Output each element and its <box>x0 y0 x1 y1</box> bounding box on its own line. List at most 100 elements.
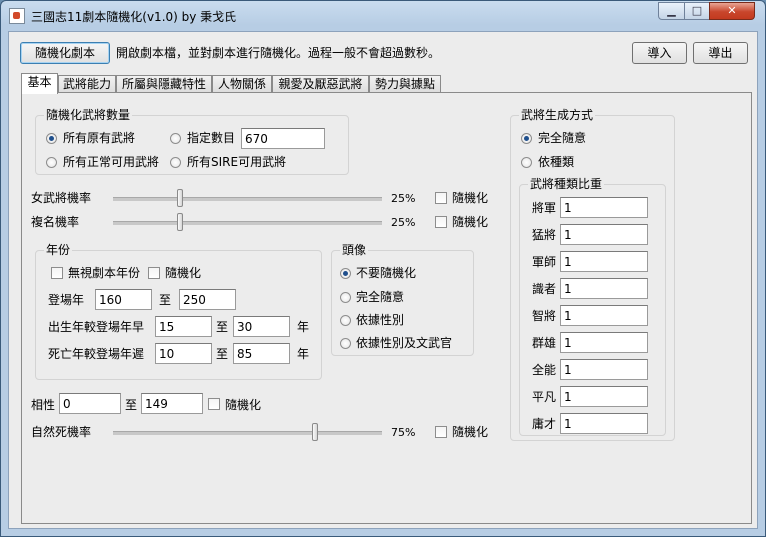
maximize-button[interactable]: □ <box>684 2 710 20</box>
female-rate-slider[interactable] <box>113 197 382 201</box>
tab-basic[interactable]: 基本 <box>21 73 58 94</box>
type-label: 智將 <box>532 309 557 323</box>
dup-name-rate-label: 複名機率 <box>31 215 80 229</box>
portrait-group-title: 頭像 <box>340 243 369 257</box>
year-group-title: 年份 <box>44 243 73 257</box>
client-area: 隨機化劇本 開啟劇本檔，並對劇本進行隨機化。過程一般不會超過數秒。 導入 導出 … <box>8 31 758 529</box>
app-window: 三國志11劇本隨機化(v1.0) by 秉戈氏 ▁ □ ✕ 隨機化劇本 開啟劇本… <box>0 0 766 537</box>
dup-name-rate-value: 25% <box>391 216 416 229</box>
tab-general-ability[interactable]: 武將能力 <box>58 75 116 93</box>
label-specified-count: 指定數目 <box>187 131 236 145</box>
death-year-from-input[interactable] <box>155 343 212 364</box>
tab-affiliation-traits[interactable]: 所屬與隱藏特性 <box>116 75 212 93</box>
type-label: 猛將 <box>532 228 557 242</box>
type-weight-input[interactable] <box>560 359 648 380</box>
affinity-to-input[interactable] <box>141 393 203 414</box>
natural-death-rate-label: 自然死機率 <box>31 425 92 439</box>
toolbar-description: 開啟劇本檔，並對劇本進行隨機化。過程一般不會超過數秒。 <box>116 46 441 60</box>
female-rate-value: 25% <box>391 192 416 205</box>
death-year-label: 死亡年較登場年遲 <box>48 347 145 361</box>
dup-name-rate-slider-thumb[interactable] <box>177 213 184 231</box>
type-label: 平凡 <box>532 390 557 404</box>
radio-portrait-gender-role[interactable] <box>340 338 351 349</box>
death-year-to-label: 至 <box>216 347 229 361</box>
label-portrait-none: 不要隨機化 <box>356 266 417 280</box>
radio-all-original[interactable] <box>46 133 57 144</box>
birth-year-unit: 年 <box>297 320 310 334</box>
radio-all-normal[interactable] <box>46 157 57 168</box>
death-year-to-input[interactable] <box>233 343 290 364</box>
female-rate-slider-thumb[interactable] <box>177 189 184 207</box>
natural-death-random-checkbox[interactable] <box>435 426 447 438</box>
dup-name-rate-random-label: 隨機化 <box>452 215 489 229</box>
affinity-from-input[interactable] <box>59 393 121 414</box>
appear-year-to-label: 至 <box>159 293 172 307</box>
natural-death-rate-slider-thumb[interactable] <box>311 423 318 441</box>
radio-all-sire[interactable] <box>170 157 181 168</box>
ignore-scenario-year-label: 無視劇本年份 <box>68 266 141 280</box>
affinity-random-label: 隨機化 <box>225 398 262 412</box>
basic-tab-panel: 隨機化武將數量 所有原有武將 指定數目 所有正常可用武將 所有SIRE可用武將 … <box>21 92 752 524</box>
label-portrait-gender-role: 依據性別及文武官 <box>356 336 453 350</box>
type-weight-input[interactable] <box>560 224 648 245</box>
general-count-group: 隨機化武將數量 所有原有武將 指定數目 所有正常可用武將 所有SIRE可用武將 <box>35 108 349 175</box>
type-label: 軍師 <box>532 255 557 269</box>
title-bar[interactable]: 三國志11劇本隨機化(v1.0) by 秉戈氏 ▁ □ ✕ <box>1 1 765 29</box>
affinity-to-label: 至 <box>125 398 138 412</box>
radio-gen-full-random[interactable] <box>521 133 532 144</box>
birth-year-label: 出生年較登場年早 <box>48 320 145 334</box>
birth-year-from-input[interactable] <box>155 316 212 337</box>
year-random-checkbox[interactable] <box>148 267 160 279</box>
gen-method-group: 武將生成方式 完全隨意 依種類 武將種類比重 將軍 猛將 軍師 識者 智將 <box>510 108 675 441</box>
type-weight-input[interactable] <box>560 386 648 407</box>
randomize-scenario-button[interactable]: 隨機化劇本 <box>20 42 110 64</box>
natural-death-rate-value: 75% <box>391 426 416 439</box>
export-button[interactable]: 導出 <box>693 42 748 64</box>
type-weight-input[interactable] <box>560 251 648 272</box>
import-button[interactable]: 導入 <box>632 42 687 64</box>
java-app-icon <box>9 8 25 24</box>
type-weight-input[interactable] <box>560 413 648 434</box>
type-label: 群雄 <box>532 336 557 350</box>
type-weight-input[interactable] <box>560 332 648 353</box>
type-weight-title: 武將種類比重 <box>528 177 605 191</box>
birth-year-to-label: 至 <box>216 320 229 334</box>
tab-relationships[interactable]: 人物關係 <box>212 75 272 93</box>
year-random-label: 隨機化 <box>165 266 202 280</box>
natural-death-rate-slider[interactable] <box>113 431 382 435</box>
label-all-original: 所有原有武將 <box>63 131 136 145</box>
type-label: 將軍 <box>532 201 557 215</box>
affinity-label: 相性 <box>31 398 56 412</box>
minimize-button[interactable]: ▁ <box>658 2 685 20</box>
female-rate-random-checkbox[interactable] <box>435 192 447 204</box>
specified-count-input[interactable] <box>241 128 325 149</box>
radio-portrait-none[interactable] <box>340 268 351 279</box>
label-gen-by-type: 依種類 <box>538 155 575 169</box>
dup-name-rate-slider[interactable] <box>113 221 382 225</box>
label-all-normal: 所有正常可用武將 <box>63 155 160 169</box>
dup-name-rate-random-checkbox[interactable] <box>435 216 447 228</box>
appear-year-from-input[interactable] <box>95 289 152 310</box>
label-portrait-gender: 依據性別 <box>356 313 405 327</box>
type-weight-input[interactable] <box>560 278 648 299</box>
tab-likes-dislikes[interactable]: 親愛及厭惡武將 <box>272 75 369 93</box>
ignore-scenario-year-checkbox[interactable] <box>51 267 63 279</box>
appear-year-to-input[interactable] <box>179 289 236 310</box>
type-weight-group: 武將種類比重 將軍 猛將 軍師 識者 智將 群雄 全能 平凡 <box>519 177 666 436</box>
radio-specified-count[interactable] <box>170 133 181 144</box>
radio-portrait-full[interactable] <box>340 292 351 303</box>
radio-gen-by-type[interactable] <box>521 157 532 168</box>
birth-year-to-input[interactable] <box>233 316 290 337</box>
type-label: 全能 <box>532 363 557 377</box>
tab-forces-cities[interactable]: 勢力與據點 <box>369 75 441 93</box>
label-all-sire: 所有SIRE可用武將 <box>187 155 287 169</box>
natural-death-random-label: 隨機化 <box>452 425 489 439</box>
type-label: 識者 <box>532 282 557 296</box>
affinity-random-checkbox[interactable] <box>208 398 220 410</box>
type-weight-input[interactable] <box>560 197 648 218</box>
type-weight-input[interactable] <box>560 305 648 326</box>
general-count-title: 隨機化武將數量 <box>44 108 133 122</box>
label-portrait-full: 完全隨意 <box>356 290 405 304</box>
close-button[interactable]: ✕ <box>709 2 755 20</box>
radio-portrait-gender[interactable] <box>340 315 351 326</box>
